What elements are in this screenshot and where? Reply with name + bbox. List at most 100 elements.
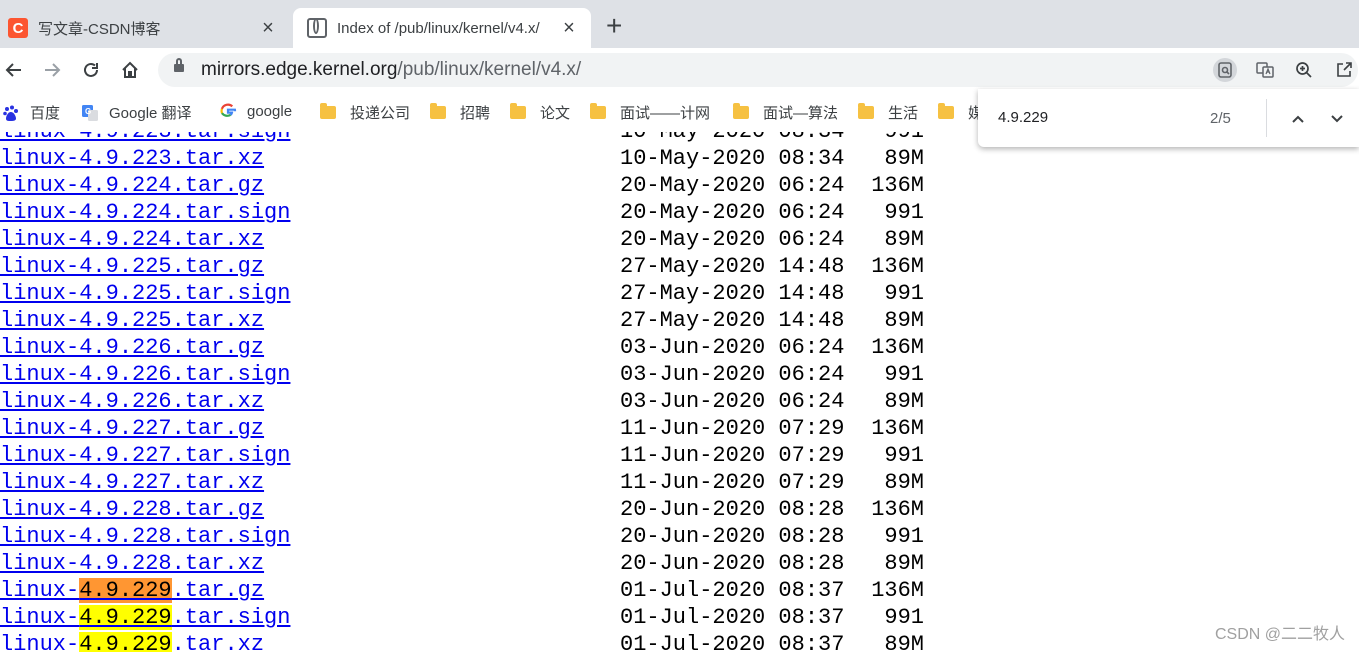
svg-text:G: G	[85, 107, 91, 116]
file-date: 27-May-2020 14:48	[620, 281, 845, 306]
chevron-down-icon	[1331, 115, 1343, 123]
tab-csdn[interactable]: C 写文章-CSDN博客 ×	[0, 8, 290, 48]
file-link[interactable]: linux-4.9.227.tar.gz	[0, 416, 264, 441]
folder-icon	[590, 103, 606, 119]
file-link[interactable]: linux-4.9.225.tar.xz	[0, 308, 264, 333]
bookmark-folder[interactable]: 面试——计网	[590, 102, 710, 123]
find-match: 4.9.229	[79, 605, 172, 630]
file-name-text: .tar.sign	[171, 605, 291, 630]
file-link[interactable]: linux-4.9.229.tar.sign	[0, 605, 290, 630]
bookmark-label: 面试—算法	[763, 105, 839, 122]
url-text[interactable]: mirrors.edge.kernel.org/pub/linux/kernel…	[201, 59, 581, 81]
folder-icon	[510, 103, 526, 119]
file-link[interactable]: linux-4.9.228.tar.gz	[0, 497, 264, 522]
file-link[interactable]: linux-4.9.227.tar.xz	[0, 470, 264, 495]
find-match-count: 2/5	[1210, 110, 1231, 127]
close-icon[interactable]: ×	[256, 17, 280, 40]
listing-row: linux-4.9.227.tar.gz 11-Jun-2020 07:29 136…	[0, 416, 940, 443]
file-size: 89M	[884, 470, 924, 495]
file-link[interactable]: linux-4.9.227.tar.sign	[0, 443, 290, 468]
file-size: 136M	[871, 416, 924, 441]
arrow-left-icon	[5, 63, 21, 77]
find-input[interactable]	[998, 109, 1198, 126]
bookmark-folder[interactable]: 招聘	[430, 102, 490, 123]
listing-row: linux-4.9.227.tar.sign 11-Jun-2020 07:29 9…	[0, 443, 940, 470]
zoom-icon[interactable]	[1292, 58, 1316, 82]
file-link[interactable]: linux-4.9.226.tar.gz	[0, 335, 264, 360]
address-bar[interactable]: mirrors.edge.kernel.org/pub/linux/kernel…	[158, 53, 1358, 87]
file-link[interactable]: linux-4.9.225.tar.gz	[0, 254, 264, 279]
file-date: 11-Jun-2020 07:29	[620, 470, 845, 495]
translate-icon[interactable]	[1253, 58, 1277, 82]
file-link[interactable]: linux-4.9.229.tar.gz	[0, 578, 264, 603]
file-size: 991	[884, 524, 924, 549]
file-link[interactable]: linux-4.9.223.tar.xz	[0, 146, 264, 171]
bookmark-folder[interactable]: 面试—算法	[733, 102, 838, 123]
file-name-text: linux-4.9.225.tar.sign	[0, 281, 291, 306]
bookmark-label: 百度	[30, 105, 61, 122]
file-link[interactable]: linux-4.9.228.tar.xz	[0, 551, 264, 576]
forward-button[interactable]	[38, 56, 66, 84]
file-link[interactable]: linux-4.9.224.tar.xz	[0, 227, 264, 252]
file-size: 89M	[884, 632, 924, 652]
file-name-text: linux-4.9.224.tar.xz	[0, 227, 265, 252]
home-button[interactable]	[116, 56, 144, 84]
file-size: 89M	[884, 146, 924, 171]
tab-kernel-index[interactable]: Index of /pub/linux/kernel/v4.x/ ×	[293, 8, 591, 48]
bookmark-folder[interactable]: 媒	[938, 102, 983, 123]
file-link[interactable]: linux-4.9.229.tar.xz	[0, 632, 264, 652]
file-date: 20-Jun-2020 08:28	[620, 497, 845, 522]
find-bar: 2/5	[978, 89, 1359, 147]
file-date: 01-Jul-2020 08:37	[620, 632, 845, 652]
bookmark-google-translate[interactable]: G Google 翻译	[81, 102, 192, 123]
find-next-button[interactable]	[1323, 105, 1351, 133]
file-name-text: .tar.xz	[171, 632, 265, 652]
tab-title: 写文章-CSDN博客	[38, 20, 161, 38]
file-date: 10-May-2020 08:34	[620, 132, 844, 144]
file-link[interactable]: linux-4.9.225.tar.sign	[0, 281, 290, 306]
file-name-text: linux-4.9.225.tar.xz	[0, 308, 265, 333]
listing-row: linux-4.9.226.tar.xz 03-Jun-2020 06:24 89M	[0, 389, 940, 416]
new-tab-button[interactable]: +	[606, 12, 622, 40]
file-date: 03-Jun-2020 06:24	[620, 362, 845, 387]
file-date: 20-Jun-2020 08:28	[620, 551, 845, 576]
file-date: 01-Jul-2020 08:37	[620, 605, 845, 630]
file-name-text: linux-4.9.226.tar.xz	[0, 389, 265, 414]
bookmark-google[interactable]: google	[219, 102, 292, 120]
file-size: 136M	[871, 335, 924, 360]
file-link[interactable]: linux-4.9.226.tar.xz	[0, 389, 264, 414]
bookmark-folder[interactable]: 生活	[858, 102, 918, 123]
bookmark-label: google	[247, 102, 293, 120]
file-name-text: linux-4.9.228.tar.sign	[0, 524, 291, 549]
bookmark-folder[interactable]: 论文	[510, 102, 570, 123]
bookmark-baidu[interactable]: 百度	[2, 102, 60, 123]
file-link[interactable]: linux-4.9.223.tar.sign	[0, 132, 290, 144]
file-link[interactable]: linux-4.9.224.tar.sign	[0, 200, 290, 225]
find-current-match: 4.9.229	[79, 578, 172, 603]
find-in-page-icon[interactable]	[1213, 58, 1237, 82]
file-date: 27-May-2020 14:48	[620, 308, 845, 333]
home-icon	[122, 61, 138, 78]
share-icon[interactable]	[1332, 58, 1356, 82]
lock-icon[interactable]	[174, 58, 184, 72]
file-size: 89M	[884, 227, 924, 252]
listing-row-partial: linux-4.9.223.tar.sign 10-May-2020 08:34…	[0, 132, 940, 146]
bookmark-folder[interactable]: 投递公司	[320, 102, 410, 123]
find-previous-button[interactable]	[1284, 105, 1312, 133]
file-link[interactable]: linux-4.9.228.tar.sign	[0, 524, 290, 549]
file-link[interactable]: linux-4.9.226.tar.sign	[0, 362, 290, 387]
bookmark-label: 投递公司	[350, 105, 411, 122]
file-name-text: linux-4.9.226.tar.sign	[0, 362, 291, 387]
reload-button[interactable]	[77, 56, 105, 84]
file-name-text: linux-	[0, 632, 80, 652]
listing-row: linux-4.9.224.tar.xz 20-May-2020 06:24 89M	[0, 227, 940, 254]
listing-row: linux-4.9.229.tar.sign 01-Jul-2020 08:37 9…	[0, 605, 940, 632]
file-size: 136M	[871, 578, 924, 603]
close-icon[interactable]: ×	[557, 17, 581, 40]
back-button[interactable]	[0, 56, 28, 84]
bookmark-label: Google 翻译	[109, 105, 192, 122]
file-link[interactable]: linux-4.9.224.tar.gz	[0, 173, 264, 198]
listing-row: linux-4.9.229.tar.gz 01-Jul-2020 08:37 136…	[0, 578, 940, 605]
file-name-text: linux-4.9.224.tar.sign	[0, 200, 291, 225]
file-name-text: linux-4.9.228.tar.xz	[0, 551, 265, 576]
